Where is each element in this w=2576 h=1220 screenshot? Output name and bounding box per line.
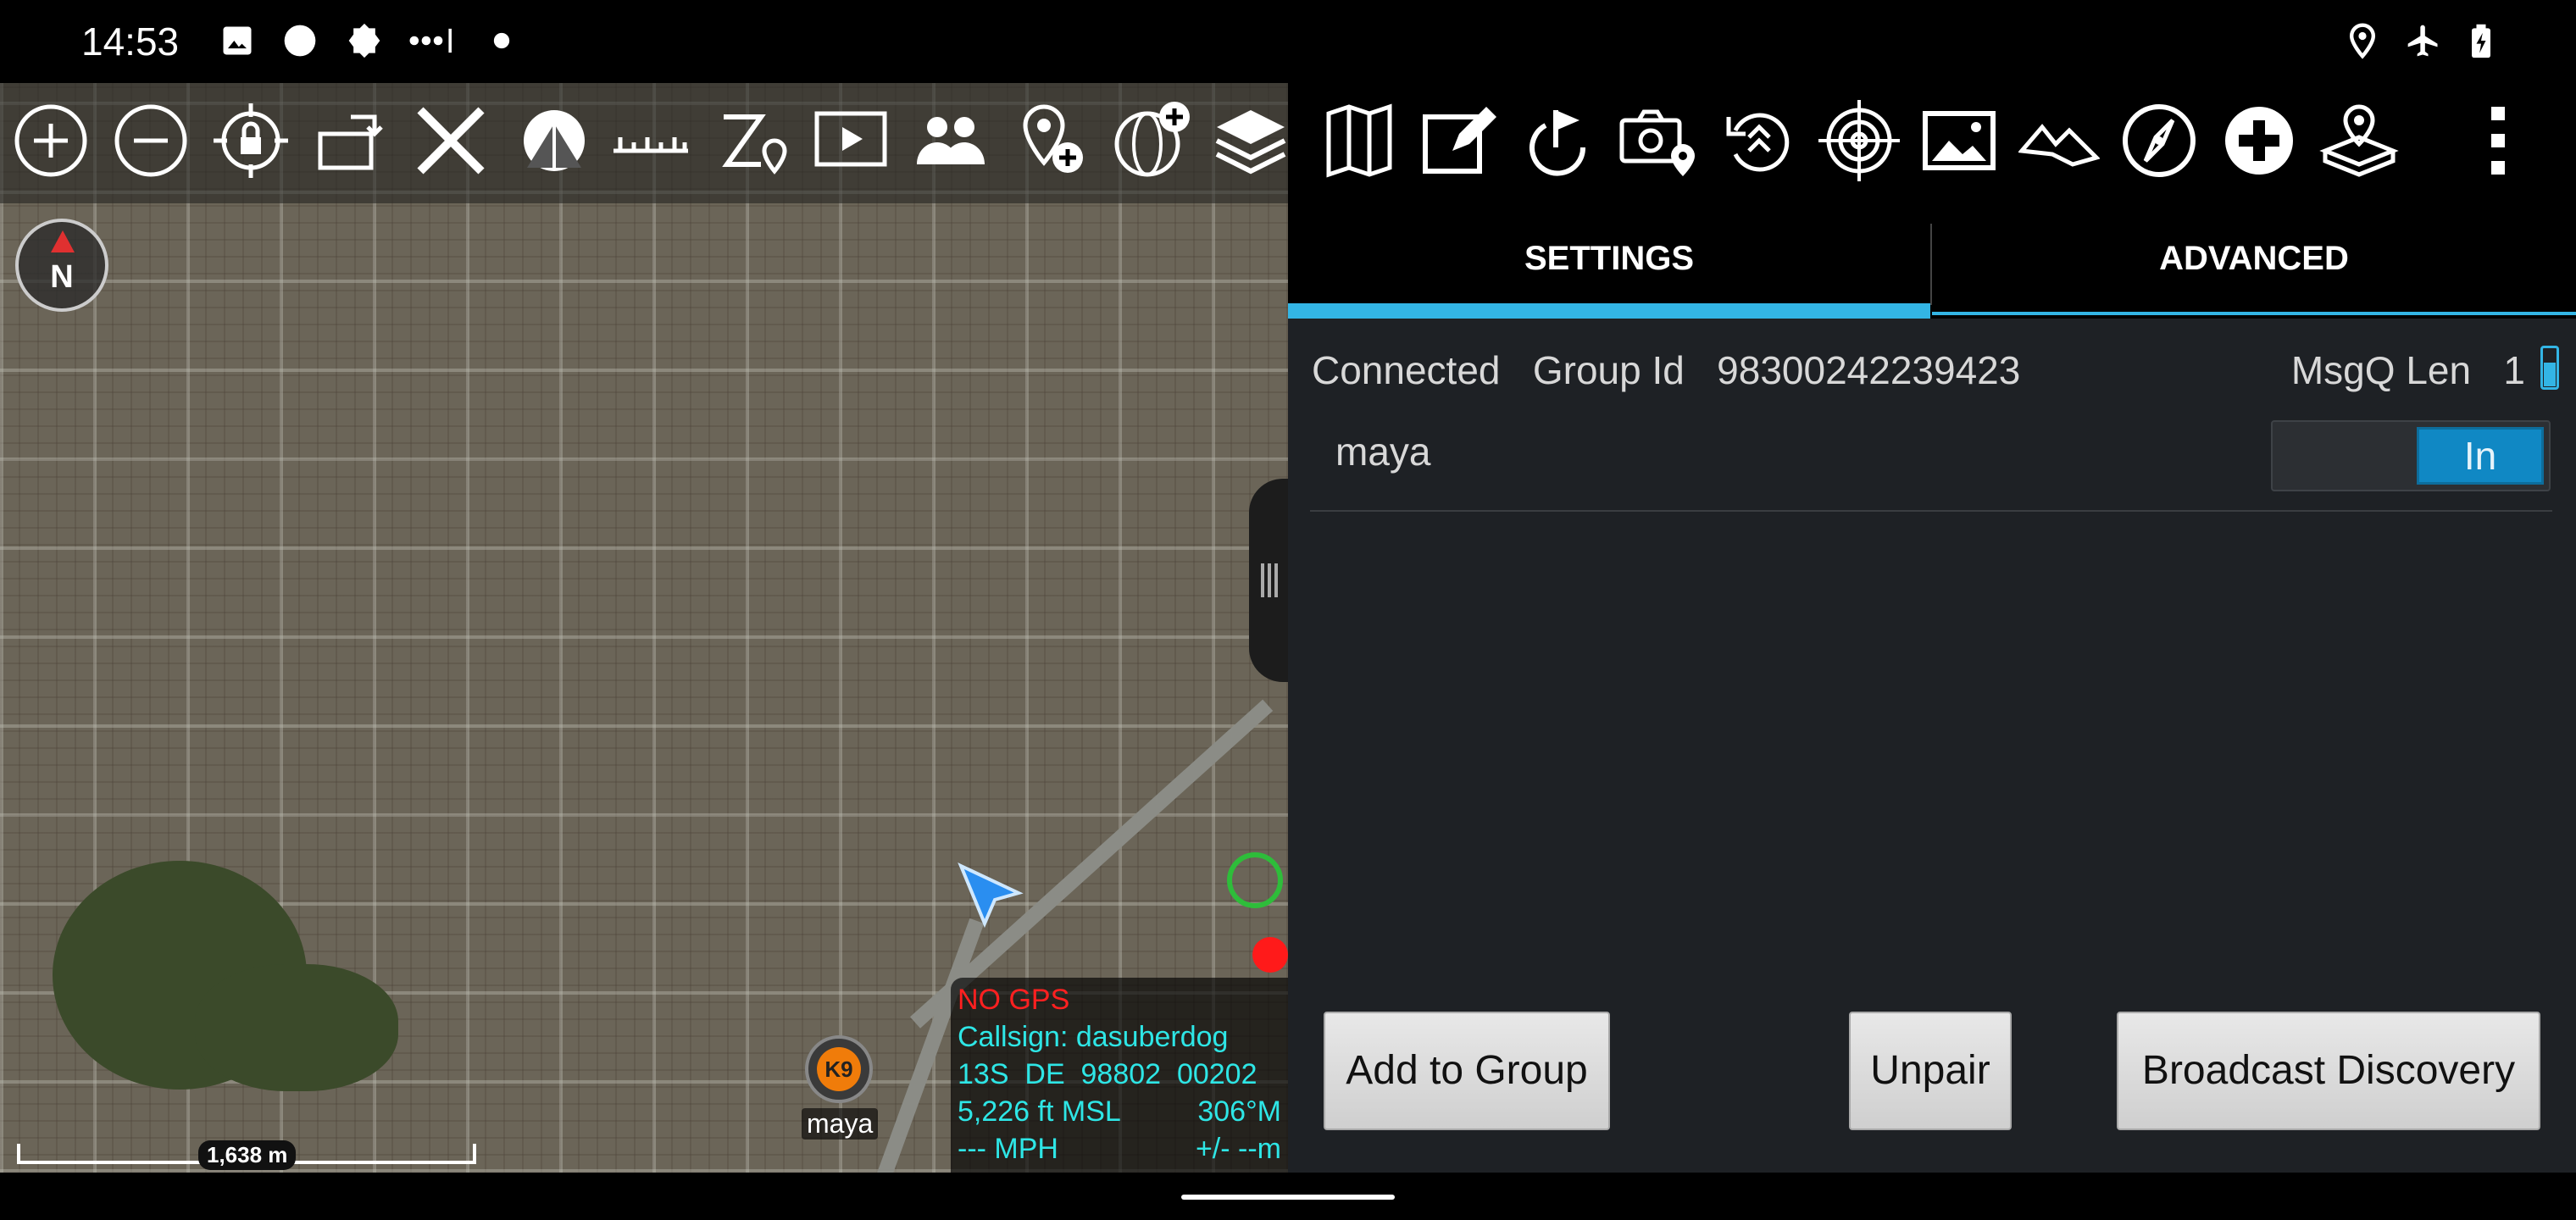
connection-status: Connected Group Id 98300242239423 — [1312, 348, 2021, 392]
compass-north-label: N — [50, 259, 74, 295]
k9-unit-marker[interactable]: K9 — [805, 1035, 873, 1103]
k9-badge: K9 — [817, 1047, 861, 1091]
compass-rose[interactable]: N — [15, 219, 108, 312]
home-gesture-handle[interactable] — [1181, 1195, 1395, 1200]
lock-location-icon[interactable] — [210, 100, 291, 181]
camera-location-icon[interactable] — [1618, 100, 1700, 181]
broadcast-discovery-button[interactable]: Broadcast Discovery — [2117, 1012, 2540, 1130]
altitude-heading-line: 5,226 ft MSL 306°M — [958, 1095, 1281, 1128]
layers-icon[interactable] — [1210, 100, 1291, 181]
zoom-out-icon[interactable] — [110, 100, 192, 181]
contacts-icon[interactable] — [910, 100, 991, 181]
video-icon[interactable] — [810, 100, 891, 181]
zoom-in-icon[interactable] — [10, 100, 92, 181]
device-name: maya — [1335, 430, 1431, 474]
self-location-arrow-icon[interactable] — [958, 862, 1025, 930]
clock: 14:53 — [81, 19, 180, 64]
ruler-icon[interactable] — [610, 100, 691, 181]
panel-drag-handle[interactable] — [1249, 479, 1288, 682]
signal-dots-icon — [407, 22, 458, 59]
rotate-icon[interactable] — [310, 100, 391, 181]
add-point-icon[interactable] — [1010, 100, 1091, 181]
compass-icon[interactable] — [2118, 100, 2200, 181]
edit-icon[interactable] — [1418, 100, 1500, 181]
tent-icon[interactable] — [510, 100, 591, 181]
add-to-group-button[interactable]: Add to Group — [1324, 1012, 1610, 1130]
toolbar — [0, 83, 2576, 203]
image-gallery-icon[interactable] — [1918, 100, 2000, 181]
tab-advanced[interactable]: ADVANCED — [1932, 203, 2576, 319]
overflow-menu-icon[interactable] — [2457, 100, 2539, 181]
k9-unit-label: maya — [802, 1108, 879, 1140]
speed-accuracy-line: --- MPH +/- --m — [958, 1133, 1281, 1165]
badge-icon — [346, 22, 383, 59]
red-status-icon — [1252, 937, 1288, 973]
close-x-icon[interactable] — [410, 100, 491, 181]
battery-charging-icon — [2462, 22, 2500, 59]
dot-icon — [483, 22, 520, 59]
device-battery-icon — [2540, 346, 2559, 390]
gps-status: NO GPS — [958, 984, 1070, 1016]
circle-icon — [281, 22, 319, 59]
callsign-line: Callsign: dasuberdog — [958, 1021, 1229, 1053]
terrain-icon[interactable] — [2018, 100, 2101, 181]
in-out-toggle[interactable]: In — [2271, 420, 2551, 491]
unpair-button[interactable]: Unpair — [1849, 1012, 2012, 1130]
toggle-knob: In — [2417, 427, 2544, 485]
target-icon[interactable] — [1818, 100, 1900, 181]
location-icon — [2344, 22, 2381, 59]
tab-settings[interactable]: SETTINGS — [1288, 203, 1930, 319]
lake — [195, 964, 398, 1091]
status-bar: 14:53 — [0, 0, 2576, 83]
green-marker-icon[interactable] — [1227, 852, 1283, 908]
tab-bar: SETTINGS ADVANCED — [1288, 203, 2576, 319]
airplane-icon — [2405, 22, 2442, 59]
route-icon[interactable] — [710, 100, 791, 181]
image-icon — [219, 22, 256, 59]
globe-add-icon[interactable] — [1110, 100, 1191, 181]
scale-bar: 1,638 m — [17, 1135, 476, 1173]
rewind-icon[interactable] — [1718, 100, 1800, 181]
message-queue-length: MsgQ Len 1 — [2290, 348, 2525, 392]
settings-panel: SETTINGS ADVANCED Connected Group Id 983… — [1288, 203, 2576, 1173]
active-tab-indicator — [1288, 303, 1930, 319]
north-arrow-icon — [51, 230, 75, 252]
location-info-box[interactable]: NO GPS Callsign: dasuberdog 13S DE 98802… — [951, 978, 1288, 1173]
medical-icon[interactable] — [2218, 100, 2300, 181]
tab-underline — [1932, 312, 2576, 315]
rotate-flag-icon[interactable] — [1518, 100, 1600, 181]
map-pin-box-icon[interactable] — [2318, 100, 2400, 181]
grid-line: 13S DE 98802 00202 — [958, 1058, 1257, 1090]
divider — [1310, 510, 2552, 512]
scale-label: 1,638 m — [198, 1140, 297, 1170]
map-icon[interactable] — [1319, 100, 1400, 181]
navigation-bar — [0, 1173, 2576, 1220]
